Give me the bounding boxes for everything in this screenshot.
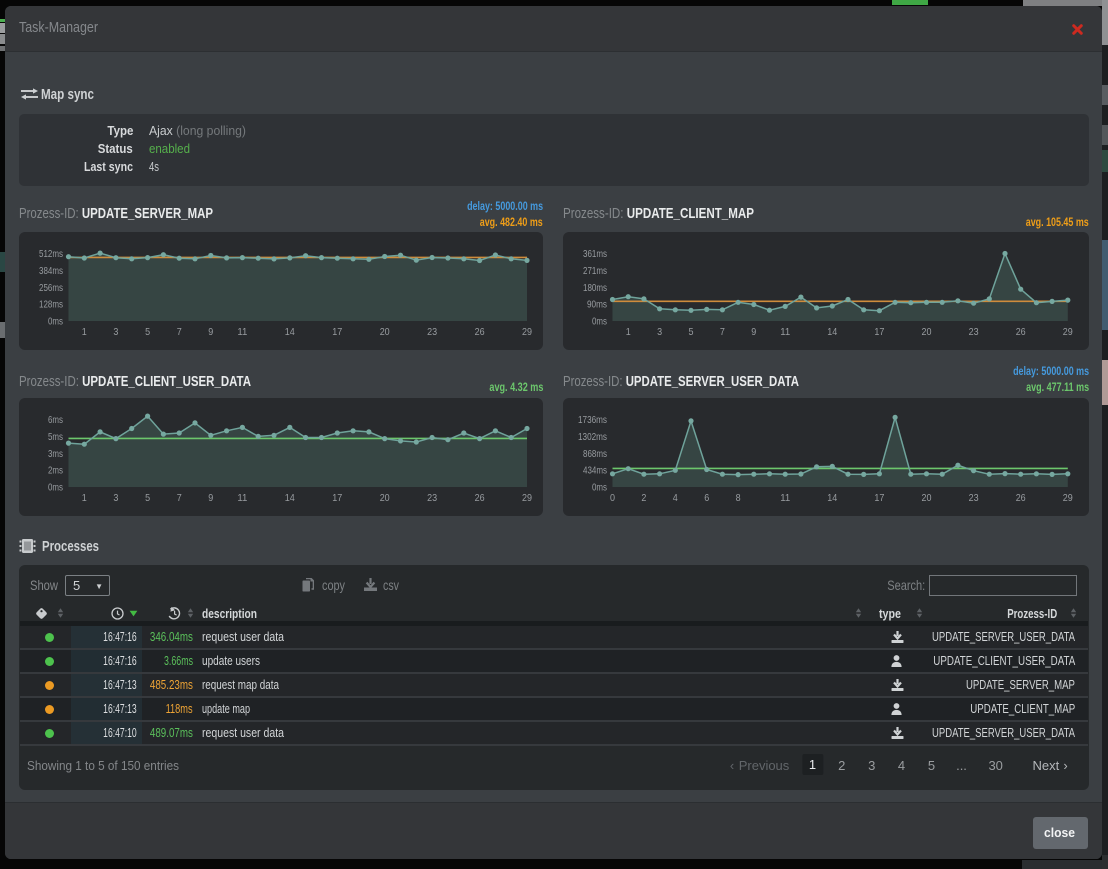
svg-text:11: 11 <box>780 326 790 338</box>
svg-text:23: 23 <box>969 492 979 504</box>
svg-text:128ms: 128ms <box>39 299 63 311</box>
svg-text:17: 17 <box>332 326 342 338</box>
svg-text:20: 20 <box>922 492 932 504</box>
svg-text:5: 5 <box>145 492 150 504</box>
svg-text:17: 17 <box>874 492 884 504</box>
svg-text:1: 1 <box>626 326 631 338</box>
svg-text:26: 26 <box>1016 326 1026 338</box>
svg-text:434ms: 434ms <box>583 465 607 477</box>
svg-text:14: 14 <box>827 492 837 504</box>
svg-text:9: 9 <box>208 492 213 504</box>
svg-text:1: 1 <box>82 326 87 338</box>
svg-text:26: 26 <box>475 492 485 504</box>
svg-text:14: 14 <box>827 326 837 338</box>
svg-text:17: 17 <box>874 326 884 338</box>
svg-text:361ms: 361ms <box>583 248 607 260</box>
svg-text:9: 9 <box>208 326 213 338</box>
svg-text:256ms: 256ms <box>39 282 63 294</box>
svg-text:0ms: 0ms <box>592 316 607 328</box>
svg-text:3ms: 3ms <box>48 448 63 460</box>
svg-text:5: 5 <box>145 326 150 338</box>
svg-text:29: 29 <box>522 492 532 504</box>
svg-text:9: 9 <box>751 326 756 338</box>
svg-text:0ms: 0ms <box>592 482 607 494</box>
svg-text:8: 8 <box>736 492 741 504</box>
svg-text:271ms: 271ms <box>583 265 607 277</box>
svg-text:7: 7 <box>177 326 182 338</box>
svg-text:11: 11 <box>237 492 247 504</box>
svg-text:23: 23 <box>969 326 979 338</box>
svg-text:6: 6 <box>704 492 709 504</box>
svg-text:0ms: 0ms <box>48 482 63 494</box>
svg-text:512ms: 512ms <box>39 248 63 260</box>
svg-text:11: 11 <box>780 492 790 504</box>
svg-text:1302ms: 1302ms <box>578 431 607 443</box>
svg-text:26: 26 <box>475 326 485 338</box>
svg-text:5: 5 <box>689 326 694 338</box>
svg-text:14: 14 <box>285 326 295 338</box>
svg-text:7: 7 <box>720 326 725 338</box>
svg-text:5ms: 5ms <box>48 431 63 443</box>
svg-text:11: 11 <box>237 326 247 338</box>
svg-text:14: 14 <box>285 492 295 504</box>
svg-text:7: 7 <box>177 492 182 504</box>
svg-text:4: 4 <box>673 492 678 504</box>
svg-text:26: 26 <box>1016 492 1026 504</box>
svg-text:868ms: 868ms <box>583 448 607 460</box>
svg-text:20: 20 <box>922 326 932 338</box>
svg-text:20: 20 <box>380 492 390 504</box>
svg-text:20: 20 <box>380 326 390 338</box>
svg-text:180ms: 180ms <box>583 282 607 294</box>
svg-text:90ms: 90ms <box>587 299 607 311</box>
svg-text:3: 3 <box>657 326 662 338</box>
svg-text:2ms: 2ms <box>48 465 63 477</box>
svg-text:0: 0 <box>610 492 615 504</box>
svg-text:0ms: 0ms <box>48 316 63 328</box>
svg-text:29: 29 <box>1063 326 1073 338</box>
svg-text:23: 23 <box>427 326 437 338</box>
svg-text:23: 23 <box>427 492 437 504</box>
svg-text:3: 3 <box>113 326 118 338</box>
svg-text:384ms: 384ms <box>39 265 63 277</box>
svg-text:29: 29 <box>522 326 532 338</box>
svg-text:1736ms: 1736ms <box>578 414 607 426</box>
svg-text:2: 2 <box>641 492 646 504</box>
svg-text:17: 17 <box>332 492 342 504</box>
svg-text:3: 3 <box>113 492 118 504</box>
svg-text:1: 1 <box>82 492 87 504</box>
svg-text:6ms: 6ms <box>48 414 63 426</box>
svg-text:29: 29 <box>1063 492 1073 504</box>
